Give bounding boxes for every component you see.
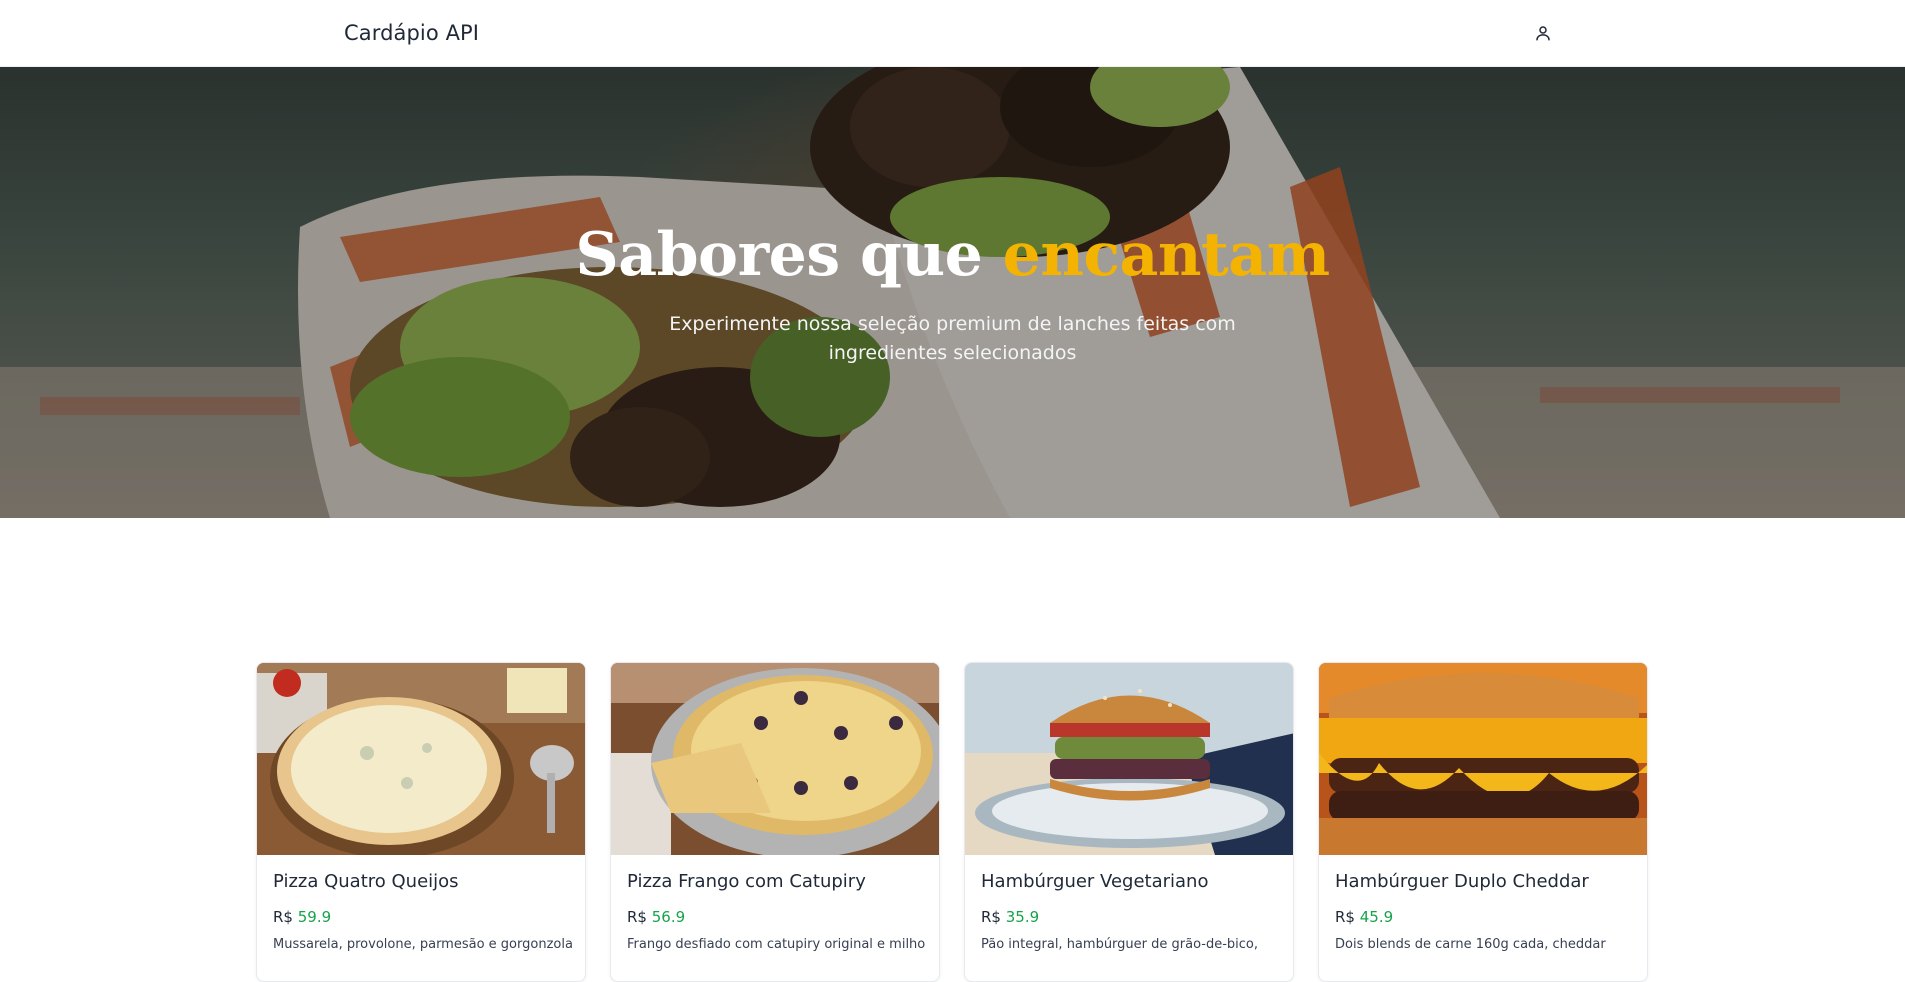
product-image	[965, 663, 1293, 855]
hero-overlay	[0, 67, 1905, 518]
price-value: 45.9	[1359, 908, 1394, 926]
user-account-button[interactable]	[1528, 18, 1558, 48]
product-card[interactable]: Hambúrguer Duplo Cheddar R$ 45.9 Dois bl…	[1318, 662, 1648, 982]
product-price: R$ 59.9	[273, 908, 569, 926]
product-price: R$ 45.9	[1335, 908, 1631, 926]
product-description: Frango desfiado com catupiry original e …	[627, 937, 926, 952]
product-name: Pizza Frango com Catupiry	[627, 871, 866, 892]
product-image	[257, 663, 585, 855]
hero-subtitle: Experimente nossa seleção premium de lan…	[669, 313, 1236, 364]
product-description: Dois blends de carne 160g cada, cheddar	[1335, 937, 1606, 952]
product-description: Pão integral, hambúrguer de grão-de-bico…	[981, 937, 1259, 952]
hero-banner: Sabores que encantam Experimente nossa s…	[0, 67, 1905, 518]
product-image	[611, 663, 939, 855]
product-name: Pizza Quatro Queijos	[273, 871, 459, 892]
product-card[interactable]: Pizza Frango com Catupiry R$ 56.9 Frango…	[610, 662, 940, 982]
product-name: Hambúrguer Vegetariano	[981, 871, 1209, 892]
price-value: 35.9	[1005, 908, 1040, 926]
price-value: 56.9	[651, 908, 686, 926]
product-card[interactable]: Pizza Quatro Queijos R$ 59.9 Mussarela, …	[256, 662, 586, 982]
product-name: Hambúrguer Duplo Cheddar	[1335, 871, 1589, 892]
currency-symbol: R$	[981, 908, 1001, 926]
hero-title: Sabores que encantam	[0, 225, 1905, 285]
currency-symbol: R$	[273, 908, 293, 926]
currency-symbol: R$	[627, 908, 647, 926]
product-card[interactable]: Hambúrguer Vegetariano R$ 35.9 Pão integ…	[964, 662, 1294, 982]
product-grid: Pizza Quatro Queijos R$ 59.9 Mussarela, …	[256, 662, 1650, 982]
price-value: 59.9	[297, 908, 332, 926]
product-price: R$ 35.9	[981, 908, 1277, 926]
hero-title-main: Sabores que	[575, 220, 983, 290]
brand-title[interactable]: Cardápio API	[344, 21, 479, 45]
top-navbar: Cardápio API	[0, 0, 1905, 67]
product-image	[1319, 663, 1647, 855]
currency-symbol: R$	[1335, 908, 1355, 926]
product-price: R$ 56.9	[627, 908, 923, 926]
product-description: Mussarela, provolone, parmesão e gorgonz…	[273, 937, 573, 952]
hero-title-accent: encantam	[1002, 220, 1330, 290]
user-icon	[1536, 26, 1550, 41]
